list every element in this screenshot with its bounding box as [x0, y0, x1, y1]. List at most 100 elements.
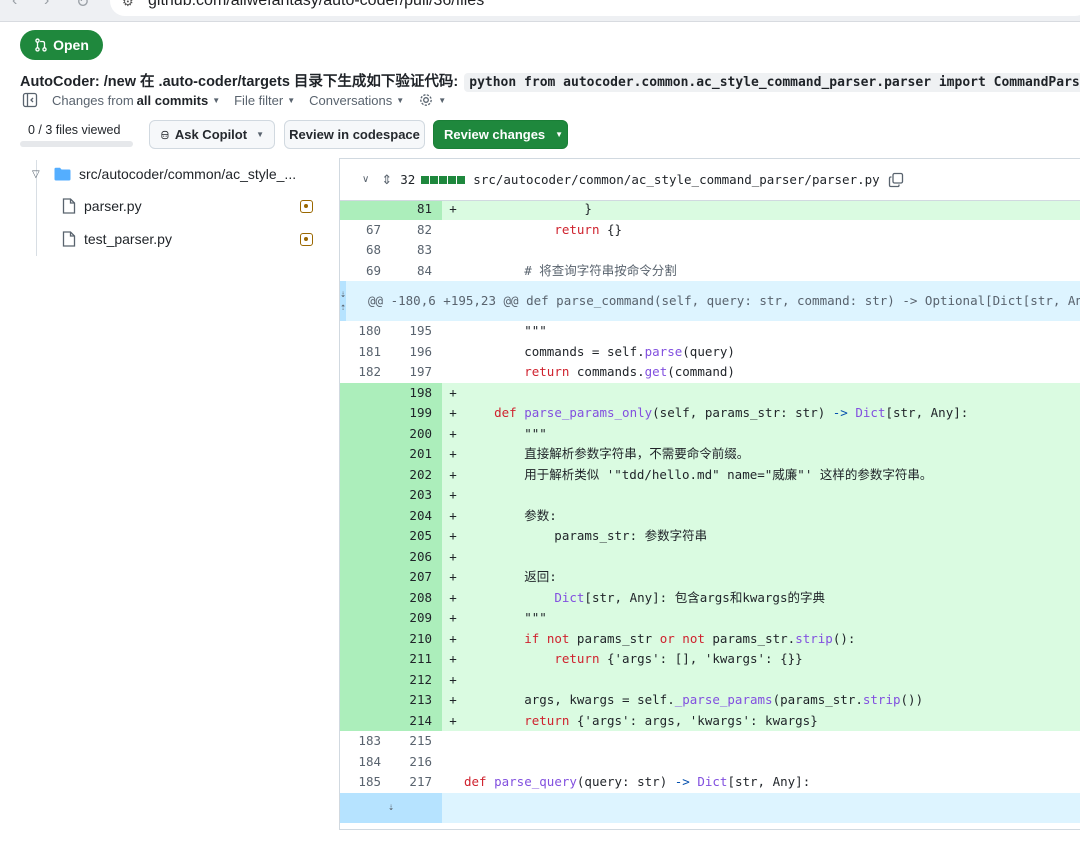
review-in-codespace-button[interactable]: Review in codespace — [284, 120, 425, 149]
new-line-number[interactable]: 208 — [391, 587, 442, 608]
new-line-number[interactable]: 203 — [391, 485, 442, 506]
diff-added-line: 211 + return {'args': [], 'kwargs': {}} — [340, 649, 1080, 670]
ask-copilot-button[interactable]: Ask Copilot ▼ — [149, 120, 275, 149]
new-line-number[interactable]: 214 — [391, 710, 442, 731]
old-line-number[interactable] — [340, 669, 391, 690]
diff-sign: + — [442, 567, 464, 588]
old-line-number[interactable] — [340, 567, 391, 588]
new-line-number[interactable]: 210 — [391, 628, 442, 649]
diff-sign — [442, 321, 464, 342]
old-line-number[interactable] — [340, 382, 391, 403]
old-line-number[interactable] — [340, 608, 391, 629]
old-line-number[interactable] — [340, 628, 391, 649]
old-line-number[interactable]: 183 — [340, 731, 391, 752]
conversations-dropdown[interactable]: Conversations ▼ — [309, 93, 404, 108]
old-line-number[interactable]: 185 — [340, 772, 391, 793]
diff-added-line: 212 + — [340, 669, 1080, 690]
back-icon[interactable]: ‹ — [12, 0, 17, 10]
diff-added-line: 201 + 直接解析参数字符串，不需要命令前缀。 — [340, 444, 1080, 465]
expand-down-button[interactable]: ⇣ — [340, 792, 442, 823]
tree-file-label: parser.py — [84, 198, 142, 214]
diff-added-line: 81 + } — [340, 199, 1080, 220]
new-line-number[interactable]: 82 — [391, 220, 442, 241]
new-line-number[interactable]: 215 — [391, 731, 442, 752]
tree-file-test-parser[interactable]: test_parser.py — [62, 226, 172, 252]
new-line-number[interactable]: 81 — [391, 199, 442, 220]
old-line-number[interactable] — [340, 485, 391, 506]
copy-icon[interactable] — [888, 172, 904, 188]
new-line-number[interactable]: 213 — [391, 690, 442, 711]
new-line-number[interactable]: 196 — [391, 342, 442, 363]
old-line-number[interactable] — [340, 423, 391, 444]
diff-sign: + — [442, 444, 464, 465]
diff-file-path[interactable]: src/autocoder/common/ac_style_command_pa… — [473, 172, 879, 187]
old-line-number[interactable]: 184 — [340, 752, 391, 773]
old-line-number[interactable]: 67 — [340, 220, 391, 241]
new-line-number[interactable]: 207 — [391, 567, 442, 588]
new-line-number[interactable]: 211 — [391, 649, 442, 670]
old-line-number[interactable]: 68 — [340, 240, 391, 261]
expand-down-icon: ⇣ — [387, 802, 395, 813]
new-line-number[interactable]: 212 — [391, 669, 442, 690]
old-line-number[interactable] — [340, 546, 391, 567]
new-line-number[interactable]: 197 — [391, 362, 442, 383]
pr-title-code: python from autocoder.common.ac_style_co… — [464, 73, 1080, 92]
diff-settings-button[interactable]: ▼ — [418, 92, 446, 108]
old-line-number[interactable] — [340, 444, 391, 465]
old-line-number[interactable] — [340, 649, 391, 670]
old-line-number[interactable]: 182 — [340, 362, 391, 383]
toggle-file-tree-button[interactable] — [22, 92, 38, 108]
old-line-number[interactable] — [340, 710, 391, 731]
new-line-number[interactable]: 198 — [391, 382, 442, 403]
diff-sign: + — [442, 526, 464, 547]
hunk-header: @@ -180,6 +195,23 @@ def parse_command(s… — [368, 293, 1080, 308]
address-bar[interactable]: ⚙ github.com/allwefantasy/auto-coder/pul… — [110, 0, 1080, 16]
new-line-number[interactable]: 205 — [391, 526, 442, 547]
new-line-number[interactable]: 206 — [391, 546, 442, 567]
new-line-number[interactable]: 200 — [391, 423, 442, 444]
new-line-number[interactable]: 199 — [391, 403, 442, 424]
diff-sign: + — [442, 710, 464, 731]
new-line-number[interactable]: 84 — [391, 261, 442, 282]
old-line-number[interactable] — [340, 464, 391, 485]
site-settings-icon[interactable]: ⚙ — [122, 0, 134, 10]
diff-added-line: 199 + def parse_params_only(self, params_… — [340, 403, 1080, 424]
new-line-number[interactable]: 195 — [391, 321, 442, 342]
diff-added-line: 205 + params_str: 参数字符串 — [340, 526, 1080, 547]
old-line-number[interactable] — [340, 690, 391, 711]
old-line-number[interactable] — [340, 403, 391, 424]
old-line-number[interactable] — [340, 587, 391, 608]
tree-folder[interactable]: ▽ src/autocoder/common/ac_style_... — [32, 161, 296, 187]
forward-icon[interactable]: › — [44, 0, 49, 10]
code-line: 用于解析类似 '"tdd/hello.md" name="威廉"' 这样的参数字… — [464, 464, 933, 485]
old-line-number[interactable] — [340, 199, 391, 220]
expand-all-icon[interactable]: ⇕ — [381, 172, 392, 188]
reload-icon[interactable]: ↻ — [76, 0, 89, 12]
new-line-number[interactable]: 204 — [391, 505, 442, 526]
old-line-number[interactable]: 69 — [340, 261, 391, 282]
chevron-down-icon[interactable]: ∨ — [362, 174, 369, 185]
old-line-number[interactable] — [340, 505, 391, 526]
diff-sign — [442, 240, 464, 261]
new-line-number[interactable]: 202 — [391, 464, 442, 485]
diff-added-line: 207 + 返回: — [340, 567, 1080, 588]
tree-file-parser[interactable]: parser.py — [62, 193, 142, 219]
new-line-number[interactable]: 216 — [391, 752, 442, 773]
file-filter-dropdown[interactable]: File filter ▼ — [234, 93, 295, 108]
new-line-number[interactable]: 217 — [391, 772, 442, 793]
diff-added-line: 202 + 用于解析类似 '"tdd/hello.md" name="威廉"' 这… — [340, 464, 1080, 485]
code-line: # 将查询字符串按命令分割 — [464, 262, 677, 278]
new-line-number[interactable]: 83 — [391, 240, 442, 261]
old-line-number[interactable]: 181 — [340, 342, 391, 363]
diff-sign — [442, 731, 464, 752]
review-changes-button[interactable]: Review changes ▼ — [433, 120, 568, 149]
pr-status-badge: Open — [20, 30, 103, 60]
diff-added-line: 213 + args, kwargs = self._parse_params(p… — [340, 690, 1080, 711]
new-line-number[interactable]: 209 — [391, 608, 442, 629]
old-line-number[interactable] — [340, 526, 391, 547]
new-line-number[interactable]: 201 — [391, 444, 442, 465]
diff-sign — [442, 220, 464, 241]
diff-context-line: 181 196 commands = self.parse(query) — [340, 342, 1080, 363]
old-line-number[interactable]: 180 — [340, 321, 391, 342]
changes-from-dropdown[interactable]: Changes from all commits ▼ — [52, 93, 220, 108]
